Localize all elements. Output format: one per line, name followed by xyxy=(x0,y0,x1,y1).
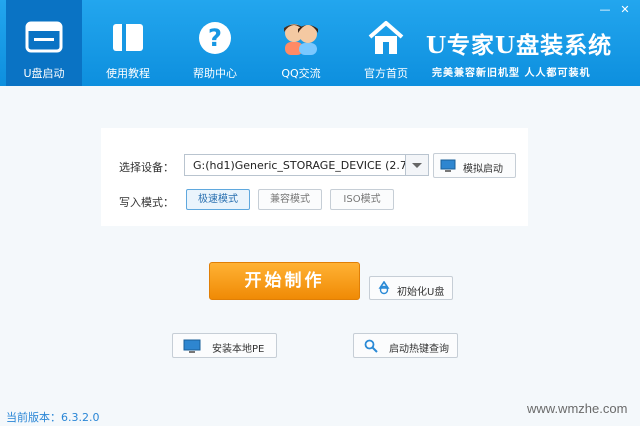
nav-label: 官方首页 xyxy=(364,67,408,80)
brand-title: U专家U盘装系统 xyxy=(426,32,613,59)
recycle-icon xyxy=(377,280,391,298)
simulate-boot-button[interactable]: 模拟启动 xyxy=(433,153,516,178)
watermark-text: www.wmzhe.com xyxy=(527,401,628,416)
init-usb-label: 初始化U盘 xyxy=(397,287,445,298)
nav-label: QQ交流 xyxy=(281,67,321,80)
book-icon xyxy=(110,20,146,58)
users-icon xyxy=(280,20,322,60)
nav-item-tutorial[interactable]: 使用教程 xyxy=(90,0,166,86)
home-icon xyxy=(367,20,405,60)
nav-item-qq[interactable]: QQ交流 xyxy=(263,0,339,86)
start-make-button[interactable]: 开始制作 xyxy=(209,262,360,300)
nav-label: 帮助中心 xyxy=(193,67,237,80)
device-label: 选择设备： xyxy=(119,161,174,174)
mode-fast-button[interactable]: 极速模式 xyxy=(186,189,250,210)
nav-item-usb-boot[interactable]: U盘启动 xyxy=(6,0,82,86)
help-icon: ? xyxy=(197,20,233,60)
mode-iso-button[interactable]: ISO模式 xyxy=(330,189,394,210)
top-nav-bar: U盘启动 使用教程 ? 帮助中心 QQ交流 官方首页 U专家U盘装系统 完美兼容… xyxy=(0,0,640,86)
svg-text:?: ? xyxy=(208,24,222,52)
search-icon xyxy=(364,339,378,356)
nav-label: U盘启动 xyxy=(23,67,65,80)
hotkey-query-button[interactable]: 启动热键查询 xyxy=(353,333,458,358)
dropdown-arrow-icon[interactable] xyxy=(405,155,428,175)
write-mode-label: 写入模式： xyxy=(119,196,174,209)
nav-label: 使用教程 xyxy=(106,67,150,80)
usb-drive-icon xyxy=(25,20,63,58)
version-text: 当前版本：6.3.2.0 xyxy=(6,411,100,424)
hotkey-query-label: 启动热键查询 xyxy=(389,344,449,355)
monitor-icon xyxy=(183,339,201,356)
install-pe-label: 安装本地PE xyxy=(212,344,265,355)
device-value: G:(hd1)Generic_STORAGE_DEVICE (2.72G) xyxy=(193,159,427,172)
install-local-pe-button[interactable]: 安装本地PE xyxy=(172,333,277,358)
nav-item-help-center[interactable]: ? 帮助中心 xyxy=(177,0,253,86)
brand-subtitle: 完美兼容新旧机型 人人都可装机 xyxy=(432,68,591,79)
nav-item-official-home[interactable]: 官方首页 xyxy=(348,0,424,86)
device-select[interactable]: G:(hd1)Generic_STORAGE_DEVICE (2.72G) xyxy=(184,154,429,176)
init-usb-button[interactable]: 初始化U盘 xyxy=(369,276,453,300)
simulate-boot-label: 模拟启动 xyxy=(463,164,503,175)
mode-compat-button[interactable]: 兼容模式 xyxy=(258,189,322,210)
close-button[interactable]: ✕ xyxy=(618,4,632,16)
monitor-icon xyxy=(440,159,456,176)
minimize-button[interactable]: — xyxy=(598,4,612,16)
